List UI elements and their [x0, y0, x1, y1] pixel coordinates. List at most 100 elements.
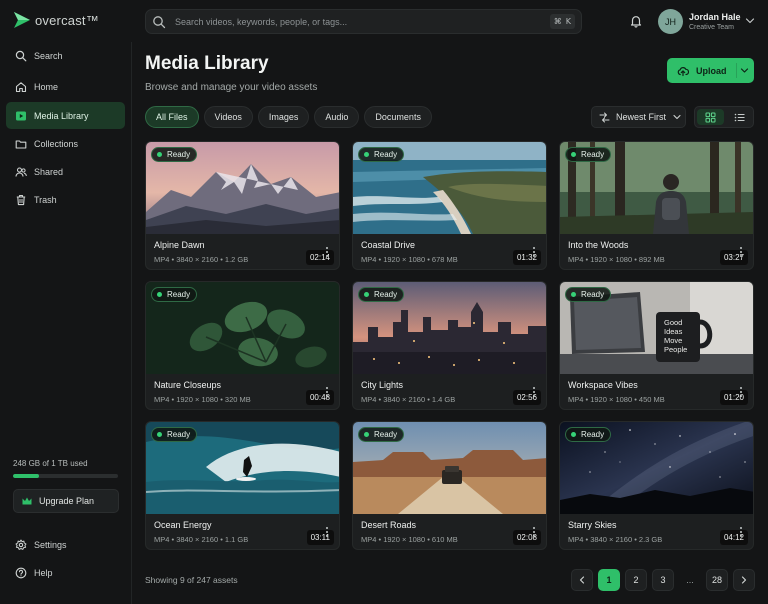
status-label: Ready	[374, 430, 398, 439]
page-1-button[interactable]: 1	[598, 569, 620, 591]
avatar-initials: JH	[665, 16, 676, 27]
sidebar-item-shared[interactable]: Shared	[6, 158, 125, 185]
list-view-button[interactable]	[726, 109, 753, 125]
asset-meta: MP4 • 1920 × 1080 • 610 MB	[361, 535, 458, 544]
status-dot	[364, 432, 369, 437]
sidebar-item-help[interactable]: Help	[6, 559, 125, 586]
logo[interactable]: overcast™	[13, 11, 99, 29]
more-vertical-icon[interactable]	[739, 246, 743, 258]
status-dot	[157, 432, 162, 437]
more-vertical-icon[interactable]	[532, 526, 536, 538]
results-count: Showing 9 of 247 assets	[145, 575, 238, 585]
user-name[interactable]: Jordan Hale	[689, 12, 741, 22]
duration-badge: 01:20	[719, 390, 748, 405]
status-badge: Ready	[151, 287, 198, 302]
more-vertical-icon[interactable]	[532, 246, 536, 258]
status-badge: Ready	[565, 287, 612, 302]
duration-badge: 02:14	[305, 250, 334, 265]
grid-view-button[interactable]	[697, 109, 724, 125]
page-28-button[interactable]: 28	[706, 569, 728, 591]
chevron-down-icon	[673, 114, 681, 120]
help-icon	[15, 567, 27, 578]
chevron-down-icon[interactable]	[745, 17, 755, 25]
filter-audio[interactable]: Audio	[314, 106, 360, 128]
status-badge: Ready	[565, 147, 612, 162]
upload-button[interactable]: Upload	[667, 58, 754, 83]
filter-videos[interactable]: Videos	[203, 106, 253, 128]
sidebar: Search Home Media Library Collections Sh…	[0, 42, 132, 604]
more-vertical-icon[interactable]	[532, 386, 536, 398]
asset-card[interactable]: Ready 03:27 Into the Woods MP4 • 1920 × …	[559, 141, 754, 270]
duration-badge: 02:56	[512, 390, 541, 405]
storage-usage-text: 248 GB of 1 TB used	[13, 459, 88, 468]
asset-title: Into the Woods	[568, 240, 629, 250]
asset-meta: MP4 • 3840 × 2160 • 2.3 GB	[568, 535, 663, 544]
bell-icon[interactable]	[629, 14, 643, 28]
sidebar-item-label: Shared	[34, 166, 64, 177]
more-vertical-icon[interactable]	[325, 386, 329, 398]
sidebar-item-label: Help	[34, 567, 53, 578]
chevron-down-icon[interactable]	[740, 67, 749, 74]
overcast-logo-icon	[14, 12, 30, 28]
page-2-button[interactable]: 2	[625, 569, 647, 591]
more-vertical-icon[interactable]	[325, 246, 329, 258]
page-subtitle: Browse and manage your video assets	[145, 82, 318, 93]
duration-badge: 03:27	[719, 250, 748, 265]
chevron-left-icon	[579, 576, 585, 584]
mug-text-line: Good	[664, 318, 683, 327]
asset-card[interactable]: Ready 02:56 City Lights MP4 • 3840 × 216…	[352, 281, 547, 410]
sort-icon	[599, 112, 610, 122]
sidebar-item-media-library[interactable]: Media Library	[6, 102, 125, 129]
upgrade-plan-label: Upgrade Plan	[39, 496, 95, 506]
mug-text-line: People	[664, 345, 688, 354]
status-badge: Ready	[565, 427, 612, 442]
sidebar-item-settings[interactable]: Settings	[6, 531, 125, 558]
asset-card[interactable]: Ready 03:11 Ocean Energy MP4 • 3840 × 21…	[145, 421, 340, 550]
mug-text: Good Ideas Move People	[664, 318, 687, 354]
asset-card[interactable]: Ready 01:32 Coastal Drive MP4 • 1920 × 1…	[352, 141, 547, 270]
asset-card[interactable]: Ready 02:14 Alpine Dawn MP4 • 3840 × 216…	[145, 141, 340, 270]
filter-images[interactable]: Images	[257, 106, 310, 128]
app-name: overcast™	[35, 12, 99, 28]
status-dot	[364, 152, 369, 157]
sidebar-item-collections[interactable]: Collections	[6, 130, 125, 157]
status-label: Ready	[167, 150, 191, 159]
filter-all-files[interactable]: All Files	[145, 106, 199, 128]
avatar[interactable]: JH	[658, 9, 683, 34]
asset-card[interactable]: Ready 02:08 Desert Roads MP4 • 1920 × 10…	[352, 421, 547, 550]
sort-dropdown[interactable]: Newest First	[591, 106, 686, 128]
upgrade-plan-button[interactable]: Upgrade Plan	[13, 489, 119, 513]
sidebar-item-home[interactable]: Home	[6, 73, 125, 100]
status-badge: Ready	[358, 427, 405, 442]
duration-badge: 02:08	[512, 530, 541, 545]
asset-card[interactable]: Good Ideas Move People Ready 01:20 Works…	[559, 281, 754, 410]
search-input[interactable]	[175, 16, 550, 27]
search-bar[interactable]: ⌘ K	[145, 9, 582, 34]
sidebar-item-label: Search	[34, 50, 63, 61]
duration-badge: 01:32	[512, 250, 541, 265]
page-3-button[interactable]: 3	[652, 569, 674, 591]
prev-page-button[interactable]	[571, 569, 593, 591]
sidebar-item-trash[interactable]: Trash	[6, 186, 125, 213]
next-page-button[interactable]	[733, 569, 755, 591]
crown-icon	[22, 497, 32, 505]
more-vertical-icon[interactable]	[325, 526, 329, 538]
asset-card[interactable]: Ready 00:48 Nature Closeups MP4 • 1920 ×…	[145, 281, 340, 410]
asset-card[interactable]: Ready 04:12 Starry Skies MP4 • 3840 × 21…	[559, 421, 754, 550]
status-badge: Ready	[151, 427, 198, 442]
asset-meta: MP4 • 1920 × 1080 • 892 MB	[568, 255, 665, 264]
more-vertical-icon[interactable]	[739, 526, 743, 538]
asset-meta: MP4 • 3840 × 2160 • 1.1 GB	[154, 535, 249, 544]
pagination: 1 2 3 ... 28	[571, 569, 755, 591]
status-badge: Ready	[151, 147, 198, 162]
asset-title: Starry Skies	[568, 520, 617, 530]
filter-chips: All Files Videos Images Audio Documents	[145, 106, 432, 128]
sidebar-item-search[interactable]: Search	[6, 42, 125, 69]
status-label: Ready	[581, 290, 605, 299]
mug-text-line: Ideas	[664, 327, 683, 336]
filter-documents[interactable]: Documents	[364, 106, 432, 128]
more-vertical-icon[interactable]	[739, 386, 743, 398]
users-icon	[15, 166, 27, 177]
search-icon	[153, 15, 166, 28]
grid-icon	[705, 112, 716, 122]
